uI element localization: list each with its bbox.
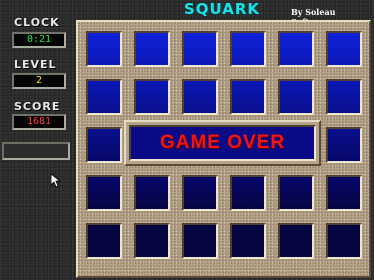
board-tile[interactable] — [326, 175, 362, 211]
game-over-banner: GAME OVER — [124, 120, 321, 166]
board-tile[interactable] — [134, 223, 170, 259]
board-tile[interactable] — [86, 31, 122, 67]
board-tile[interactable] — [86, 223, 122, 259]
board-tile[interactable] — [230, 175, 266, 211]
board-tile[interactable] — [230, 223, 266, 259]
mouse-cursor-icon — [51, 174, 61, 188]
score-label: SCORE — [14, 100, 61, 113]
board-tile[interactable] — [182, 31, 218, 67]
board-tile[interactable] — [278, 31, 314, 67]
board-tile[interactable] — [326, 79, 362, 115]
board-tile[interactable] — [182, 175, 218, 211]
board-tile[interactable] — [134, 31, 170, 67]
board-tile[interactable] — [230, 31, 266, 67]
level-label: LEVEL — [14, 58, 57, 71]
clock-display: 0:21 — [12, 32, 66, 48]
board-tile[interactable] — [86, 175, 122, 211]
game-over-text: GAME OVER — [159, 132, 286, 153]
board-tile[interactable] — [182, 223, 218, 259]
board-tile[interactable] — [134, 175, 170, 211]
board-tile[interactable] — [278, 223, 314, 259]
board-tile[interactable] — [278, 79, 314, 115]
level-display: 2 — [12, 73, 66, 89]
board-tile[interactable] — [278, 175, 314, 211]
status-box — [2, 142, 70, 160]
board-tile[interactable] — [230, 79, 266, 115]
clock-label: CLOCK — [14, 16, 60, 29]
board-tile[interactable] — [326, 127, 362, 163]
board-tile[interactable] — [326, 223, 362, 259]
board-tile[interactable] — [134, 79, 170, 115]
board-tile[interactable] — [326, 31, 362, 67]
game-title: SQUARK — [184, 0, 261, 18]
board-tile[interactable] — [182, 79, 218, 115]
score-display: 1681 — [12, 114, 66, 130]
board-tile[interactable] — [86, 79, 122, 115]
board-tile[interactable] — [86, 127, 122, 163]
